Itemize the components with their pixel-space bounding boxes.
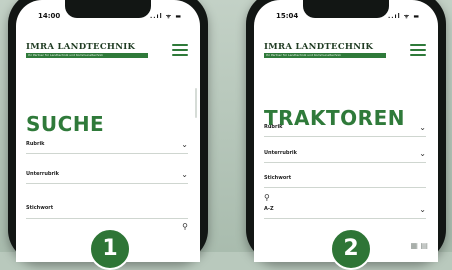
phone-notch [65, 0, 151, 18]
rubrik-select[interactable]: Rubrik ⌄ [264, 122, 426, 137]
stichwort-input[interactable]: Stichwort [26, 203, 188, 217]
status-time: 15:04 [276, 12, 299, 20]
hamburger-menu-icon[interactable] [172, 44, 188, 57]
status-time: 14:00 [38, 12, 61, 20]
phone-screen: 15:04 ..ıl ᯤ ▬ IMRA LANDTECHNIK Ihr Part… [254, 0, 438, 262]
phone-screen: 14:00 ..ıl ᯤ ▬ IMRA LANDTECHNIK Ihr Part… [16, 0, 200, 262]
logo-tagline: Ihr Partner für Landtechnik und Kommunal… [26, 53, 148, 58]
rubrik-label: Rubrik [26, 141, 45, 147]
brand-logo[interactable]: IMRA LANDTECHNIK Ihr Partner für Landtec… [26, 42, 148, 58]
logo-title: IMRA LANDTECHNIK [26, 42, 136, 52]
stichwort-label: Stichwort [264, 175, 292, 181]
app-header: IMRA LANDTECHNIK Ihr Partner für Landtec… [254, 34, 438, 74]
chevron-down-icon: ⌄ [181, 140, 188, 149]
chevron-down-icon: ⌄ [419, 205, 426, 214]
unterrubrik-label: Unterrubrik [26, 171, 59, 177]
phone-search: 14:00 ..ıl ᯤ ▬ IMRA LANDTECHNIK Ihr Part… [8, 0, 208, 262]
chevron-down-icon: ⌄ [419, 149, 426, 158]
step-badge: 1 [89, 228, 131, 270]
logo-tagline: Ihr Partner für Landtechnik und Kommunal… [264, 53, 386, 58]
unterrubrik-label: Unterrubrik [264, 150, 297, 156]
brand-logo[interactable]: IMRA LANDTECHNIK Ihr Partner für Landtec… [264, 42, 386, 58]
page-title: SUCHE [26, 112, 105, 136]
phone-notch [303, 0, 389, 18]
chevron-down-icon: ⌄ [181, 170, 188, 179]
unterrubrik-select[interactable]: Unterrubrik ⌄ [264, 148, 426, 163]
grid-view-icon[interactable]: ▦ ▤ [410, 241, 428, 250]
hamburger-menu-icon[interactable] [410, 44, 426, 57]
search-icon[interactable]: ⚲ [264, 193, 270, 202]
sort-select[interactable]: A-Z ⌄ [264, 204, 426, 219]
rubrik-label: Rubrik [264, 124, 283, 130]
stichwort-label: Stichwort [26, 205, 54, 211]
status-icons: ..ıl ᯤ ▬ [150, 13, 182, 20]
status-icons: ..ıl ᯤ ▬ [388, 13, 420, 20]
step-badge: 2 [330, 228, 372, 270]
logo-title: IMRA LANDTECHNIK [264, 42, 374, 52]
chevron-down-icon: ⌄ [419, 123, 426, 132]
search-icon[interactable]: ⚲ [182, 222, 188, 231]
sort-label: A-Z [264, 206, 274, 212]
unterrubrik-select[interactable]: Unterrubrik ⌄ [26, 169, 188, 184]
scrollbar[interactable] [195, 88, 197, 118]
phone-results: 15:04 ..ıl ᯤ ▬ IMRA LANDTECHNIK Ihr Part… [246, 0, 446, 262]
rubrik-select[interactable]: Rubrik ⌄ [26, 139, 188, 154]
stichwort-input[interactable]: Stichwort [264, 173, 426, 188]
app-header: IMRA LANDTECHNIK Ihr Partner für Landtec… [16, 34, 200, 74]
divider [26, 218, 188, 219]
